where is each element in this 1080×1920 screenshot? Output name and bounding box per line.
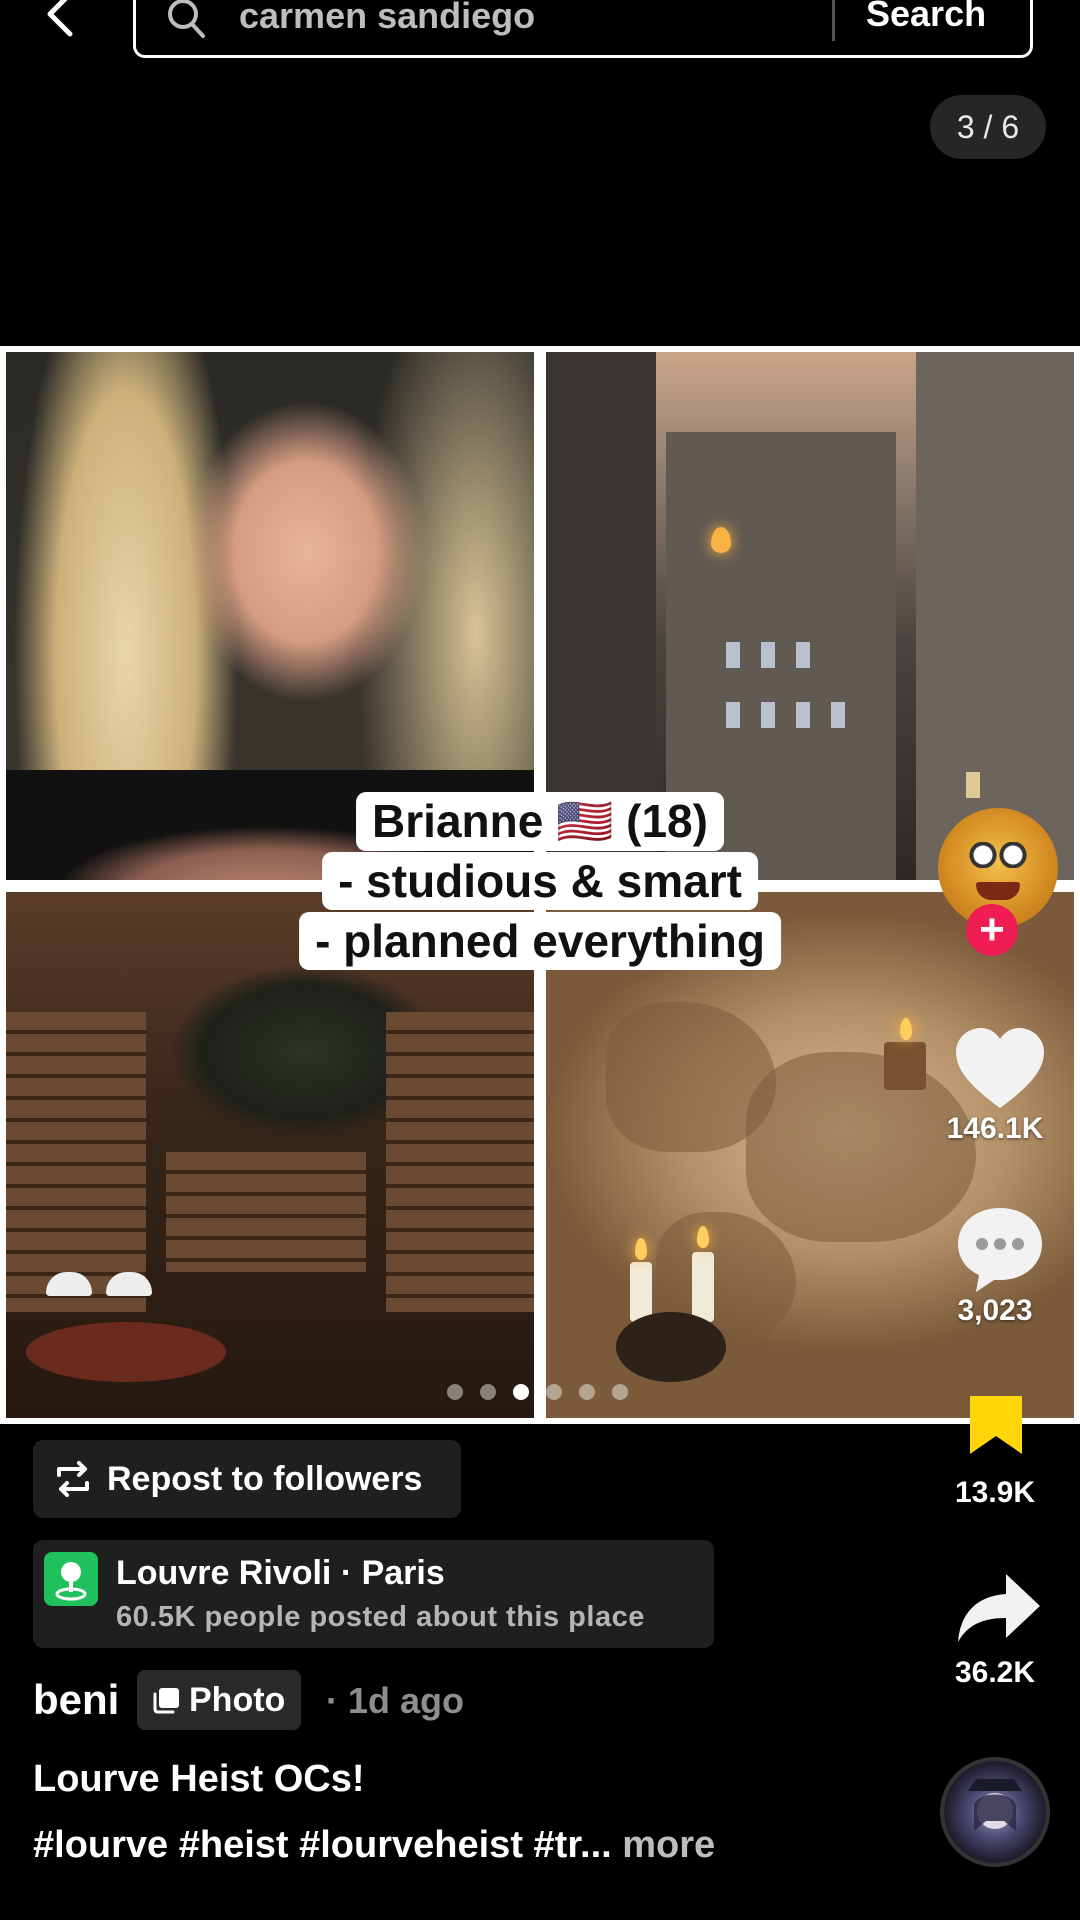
carousel-dot <box>579 1384 595 1400</box>
caption-line-1: Brianne 🇺🇸 (18) <box>356 792 724 851</box>
like-button[interactable] <box>950 1024 1050 1114</box>
carousel-dot <box>546 1384 562 1400</box>
photo-icon <box>153 1688 179 1714</box>
location-subtitle: 60.5K people posted about this place <box>116 1601 645 1633</box>
chevron-left-icon <box>47 0 73 37</box>
repost-button[interactable]: Repost to followers <box>33 1440 461 1518</box>
share-button[interactable] <box>954 1570 1042 1646</box>
map-candles-photo <box>546 892 1074 1418</box>
location-name: Louvre Rivoli · Paris <box>116 1554 445 1592</box>
photo-type-label: Photo <box>189 1680 286 1719</box>
comment-button[interactable] <box>952 1202 1048 1298</box>
post-title: Lourve Heist OCs! <box>33 1758 365 1800</box>
bookmark-icon <box>970 1396 1022 1454</box>
comment-bubble-icon <box>958 1208 1042 1292</box>
repost-icon <box>57 1461 89 1497</box>
plus-icon: + <box>979 905 1005 954</box>
heart-icon <box>956 1028 1044 1108</box>
search-divider <box>832 0 835 41</box>
follow-button[interactable]: + <box>966 904 1018 956</box>
comment-count: 3,023 <box>957 1294 1033 1327</box>
carousel-dot <box>480 1384 496 1400</box>
library-photo <box>6 892 534 1418</box>
caption-line-2: - studious & smart <box>322 852 758 910</box>
carousel-dot <box>447 1384 463 1400</box>
bookmark-button[interactable] <box>966 1392 1026 1458</box>
location-card[interactable]: Louvre Rivoli · Paris 60.5K people poste… <box>33 1540 714 1648</box>
author-username[interactable]: beni <box>33 1676 119 1724</box>
character-avatar-icon <box>968 1779 1022 1831</box>
search-button[interactable]: Search <box>866 0 986 35</box>
carousel-dots <box>447 1384 628 1400</box>
save-count: 13.9K <box>954 1476 1036 1509</box>
photo-collage[interactable]: Brianne 🇺🇸 (18) - studious & smart - pla… <box>0 346 1080 1424</box>
post-time: · 1d ago <box>326 1680 465 1721</box>
caption-line-3: - planned everything <box>299 912 781 970</box>
sound-disc[interactable] <box>940 1757 1050 1867</box>
search-icon <box>168 0 205 38</box>
photo-type-badge: Photo <box>137 1670 302 1730</box>
more-link[interactable]: more <box>622 1824 715 1866</box>
location-pin-icon <box>44 1552 98 1606</box>
carousel-dot-active <box>513 1384 529 1400</box>
hashtags-text[interactable]: #lourve #heist #lourveheist #tr... <box>33 1824 612 1866</box>
post-hashtags[interactable]: #lourve #heist #lourveheist #tr... more <box>33 1824 715 1867</box>
search-input[interactable]: carmen sandiego <box>239 0 535 37</box>
share-arrow-icon <box>958 1574 1040 1642</box>
carousel-dot <box>612 1384 628 1400</box>
repost-label: Repost to followers <box>107 1459 423 1498</box>
page-counter: 3 / 6 <box>930 95 1046 159</box>
back-button[interactable] <box>36 0 86 40</box>
share-count: 36.2K <box>954 1656 1036 1689</box>
like-count: 146.1K <box>946 1112 1044 1145</box>
search-bar[interactable]: carmen sandiego Search <box>133 0 1033 58</box>
